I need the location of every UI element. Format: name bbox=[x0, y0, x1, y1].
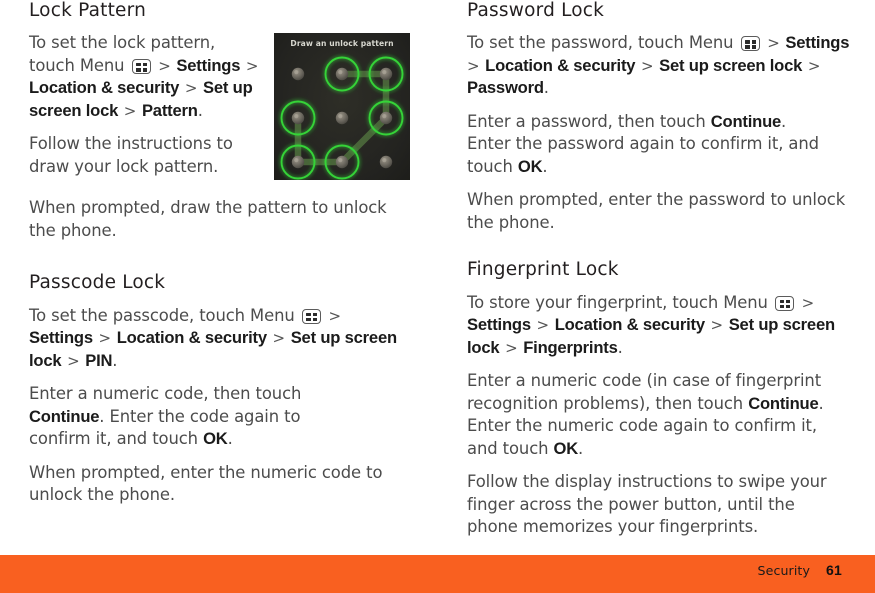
menu-path-term: Location & security bbox=[554, 315, 705, 335]
path-separator: > bbox=[93, 329, 116, 348]
path-separator: > bbox=[323, 306, 341, 325]
paragraph-password-enter: Enter a password, then touch Continue. E… bbox=[467, 111, 819, 176]
section-password-lock: Password Lock To set the password, touch… bbox=[467, 0, 859, 234]
paragraph-lock-pattern-prompt: When prompted, draw the pattern to unloc… bbox=[29, 198, 387, 240]
pattern-dot-highlight bbox=[294, 114, 299, 119]
menu-path-term: Settings bbox=[785, 33, 850, 53]
menu-path-term: Location & security bbox=[116, 328, 267, 348]
menu-path-term: Pattern bbox=[141, 100, 198, 120]
path-separator: > bbox=[705, 316, 728, 335]
menu-path-term: Settings bbox=[176, 55, 241, 75]
menu-path-term: Set up screen lock bbox=[659, 55, 803, 75]
paragraph-password-path: To set the password, touch Menu > Settin… bbox=[467, 33, 850, 98]
menu-path-term: Password bbox=[467, 78, 544, 98]
menu-path-term: Settings bbox=[467, 315, 531, 335]
pattern-dot-highlight bbox=[382, 114, 387, 119]
menu-grid-icon bbox=[774, 295, 794, 311]
paragraph-lock-pattern-path: To set the lock pattern, touch Menu > Se… bbox=[29, 33, 259, 120]
paragraph-fingerprint-follow: Follow the display instructions to swipe… bbox=[467, 472, 827, 537]
pattern-dot-highlight bbox=[338, 114, 343, 119]
path-separator: > bbox=[153, 56, 176, 75]
menu-path-term: Location & security bbox=[485, 55, 636, 75]
pattern-dot bbox=[291, 155, 305, 169]
path-separator: > bbox=[62, 351, 85, 370]
pattern-dot-highlight bbox=[338, 158, 343, 163]
pattern-dot bbox=[335, 111, 349, 125]
paragraph-lock-pattern-follow: Follow the instructions to draw your loc… bbox=[29, 134, 233, 176]
paragraph-passcode-path: To set the passcode, touch Menu > Settin… bbox=[29, 305, 397, 370]
pattern-dot-grid bbox=[280, 56, 404, 180]
path-separator: > bbox=[803, 56, 821, 75]
footer-page-number: 61 bbox=[826, 562, 842, 578]
pattern-dot-highlight bbox=[382, 158, 387, 163]
path-separator: > bbox=[762, 34, 785, 53]
paragraph-fingerprint-path: To store your fingerprint, touch Menu > … bbox=[467, 292, 835, 357]
path-separator: > bbox=[531, 316, 554, 335]
path-separator: > bbox=[500, 338, 523, 357]
paragraph-passcode-enter: Enter a numeric code, then touch Continu… bbox=[29, 384, 302, 449]
menu-path-term: PIN bbox=[85, 350, 113, 370]
section-passcode-lock: Passcode Lock To set the passcode, touch… bbox=[29, 272, 429, 506]
section-heading-passcode-lock: Passcode Lock bbox=[29, 272, 166, 294]
pattern-dot bbox=[379, 111, 393, 125]
menu-path-term: Continue bbox=[748, 393, 819, 413]
menu-grid-icon bbox=[740, 36, 760, 52]
menu-grid-icon bbox=[131, 58, 151, 74]
lock-pattern-screenshot: Draw an unlock pattern bbox=[274, 33, 410, 180]
pattern-dot-highlight bbox=[338, 70, 343, 75]
path-separator: > bbox=[180, 79, 202, 98]
menu-path-term: Fingerprints bbox=[523, 337, 618, 357]
pattern-dot-highlight bbox=[294, 158, 299, 163]
paragraph-fingerprint-enter: Enter a numeric code (in case of fingerp… bbox=[467, 371, 824, 458]
pattern-dot-highlight bbox=[382, 70, 387, 75]
path-separator: > bbox=[267, 329, 290, 348]
pattern-dot bbox=[335, 155, 349, 169]
menu-path-term: OK bbox=[517, 156, 543, 176]
section-fingerprint-lock: Fingerprint Lock To store your fingerpri… bbox=[467, 259, 859, 538]
path-separator: > bbox=[636, 56, 659, 75]
footer-content: Security 61 bbox=[758, 562, 843, 578]
section-heading-password-lock: Password Lock bbox=[467, 0, 605, 21]
menu-path-term: Settings bbox=[29, 328, 93, 348]
menu-path-term: OK bbox=[203, 429, 228, 449]
menu-grid-icon bbox=[301, 308, 321, 324]
page-footer-bar: Security 61 bbox=[0, 555, 875, 593]
menu-path-term: Continue bbox=[710, 111, 782, 131]
paragraph-password-prompt: When prompted, enter the password to unl… bbox=[467, 190, 846, 232]
path-separator: > bbox=[119, 101, 141, 120]
paragraph-passcode-prompt: When prompted, enter the numeric code to… bbox=[29, 462, 383, 505]
pattern-dot bbox=[291, 111, 305, 125]
pattern-dot bbox=[379, 155, 393, 169]
pattern-dot bbox=[379, 67, 393, 81]
pattern-dot-highlight bbox=[294, 70, 299, 75]
section-heading-lock-pattern: Lock Pattern bbox=[29, 0, 147, 21]
right-column: Password Lock To set the password, touch… bbox=[467, 0, 859, 539]
menu-path-term: Location & security bbox=[29, 78, 180, 98]
manual-page: Lock Pattern To set the lock pattern, to… bbox=[0, 0, 875, 593]
pattern-dot bbox=[291, 67, 305, 81]
pattern-dot bbox=[335, 67, 349, 81]
menu-path-term: Continue bbox=[29, 406, 100, 426]
menu-path-term: OK bbox=[553, 438, 579, 458]
section-heading-fingerprint-lock: Fingerprint Lock bbox=[467, 259, 619, 281]
pattern-trail-segment bbox=[338, 114, 390, 166]
path-separator: > bbox=[241, 56, 259, 75]
path-separator: > bbox=[796, 293, 815, 312]
footer-section-name: Security bbox=[757, 563, 811, 578]
